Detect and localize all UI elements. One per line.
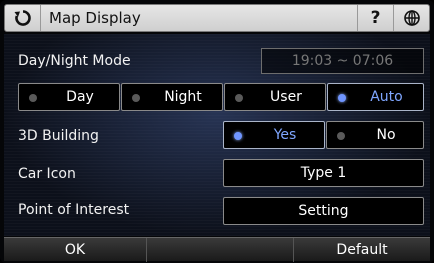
day-option-label: Day (66, 89, 94, 105)
user-option-label: User (270, 89, 302, 105)
back-button[interactable] (5, 5, 41, 31)
day-night-time-range: 19:03 ~ 07:06 (261, 48, 424, 74)
night-option-label: Night (164, 89, 202, 105)
page-title: Map Display (49, 9, 141, 27)
map-display-screen: Map Display ? Day/Night Mode 19:03 ~ 07:… (0, 0, 434, 263)
settings-panel: Day/Night Mode 19:03 ~ 07:06 Day Night U… (4, 34, 430, 236)
radio-indicator (338, 94, 346, 102)
car-icon-label: Car Icon (18, 166, 76, 182)
auto-option[interactable]: Auto (327, 83, 424, 111)
3d-building-no-option[interactable]: No (326, 121, 424, 149)
radio-indicator (234, 132, 242, 140)
help-button[interactable]: ? (357, 5, 393, 31)
3d-building-yes-option[interactable]: Yes (223, 121, 325, 149)
3d-building-label: 3D Building (18, 128, 99, 144)
day-option[interactable]: Day (18, 83, 120, 111)
footer-empty-slot (147, 238, 293, 262)
radio-indicator (337, 132, 345, 140)
globe-icon (404, 10, 420, 26)
yes-option-label: Yes (273, 127, 297, 143)
poi-setting-button[interactable]: Setting (223, 197, 424, 225)
auto-option-label: Auto (370, 89, 403, 105)
default-button[interactable]: Default (294, 238, 430, 262)
ok-button[interactable]: OK (4, 238, 146, 262)
user-option[interactable]: User (224, 83, 326, 111)
night-option[interactable]: Night (121, 83, 223, 111)
point-of-interest-label: Point of Interest (18, 202, 130, 218)
radio-indicator (235, 94, 243, 102)
car-icon-type-button[interactable]: Type 1 (223, 159, 424, 187)
footer-bar: OK Default (4, 237, 430, 262)
radio-indicator (132, 94, 140, 102)
no-option-label: No (376, 127, 396, 143)
radio-indicator (29, 94, 37, 102)
language-button[interactable] (393, 5, 430, 31)
title-bar: Map Display ? (4, 4, 430, 32)
day-night-mode-label: Day/Night Mode (18, 53, 131, 69)
refresh-back-icon (14, 10, 31, 26)
